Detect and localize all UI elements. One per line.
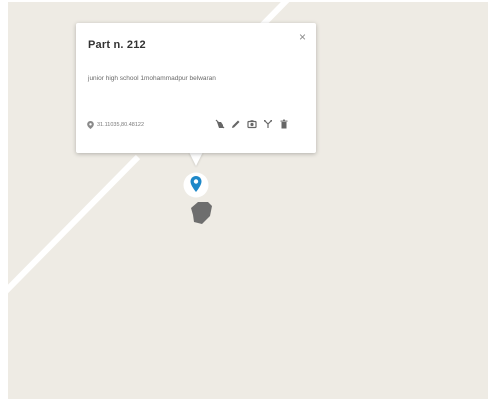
parcel-shape[interactable] (188, 200, 216, 226)
location-pin-icon (87, 121, 94, 129)
coordinates-text: 31.11035,80.48122 (97, 122, 144, 128)
popup-title: Part n. 212 (88, 39, 146, 51)
road-segment-left (8, 154, 141, 294)
screenshot-frame: Part n. 212 × junior high school 1mohamm… (0, 0, 493, 405)
camera-icon[interactable] (246, 118, 257, 129)
split-icon[interactable] (262, 118, 273, 129)
no-photo-icon[interactable] (214, 118, 225, 129)
popup-coordinates: 31.11035,80.48122 (87, 121, 144, 129)
edit-icon[interactable] (230, 118, 241, 129)
delete-icon[interactable] (278, 118, 289, 129)
close-icon[interactable]: × (299, 31, 306, 43)
parcel-popup: Part n. 212 × junior high school 1mohamm… (76, 23, 316, 153)
location-marker-icon[interactable] (183, 172, 209, 202)
popup-toolbar (214, 118, 289, 129)
popup-tail (189, 152, 203, 166)
popup-description: junior high school 1mohammadpur belwaran (88, 75, 216, 82)
